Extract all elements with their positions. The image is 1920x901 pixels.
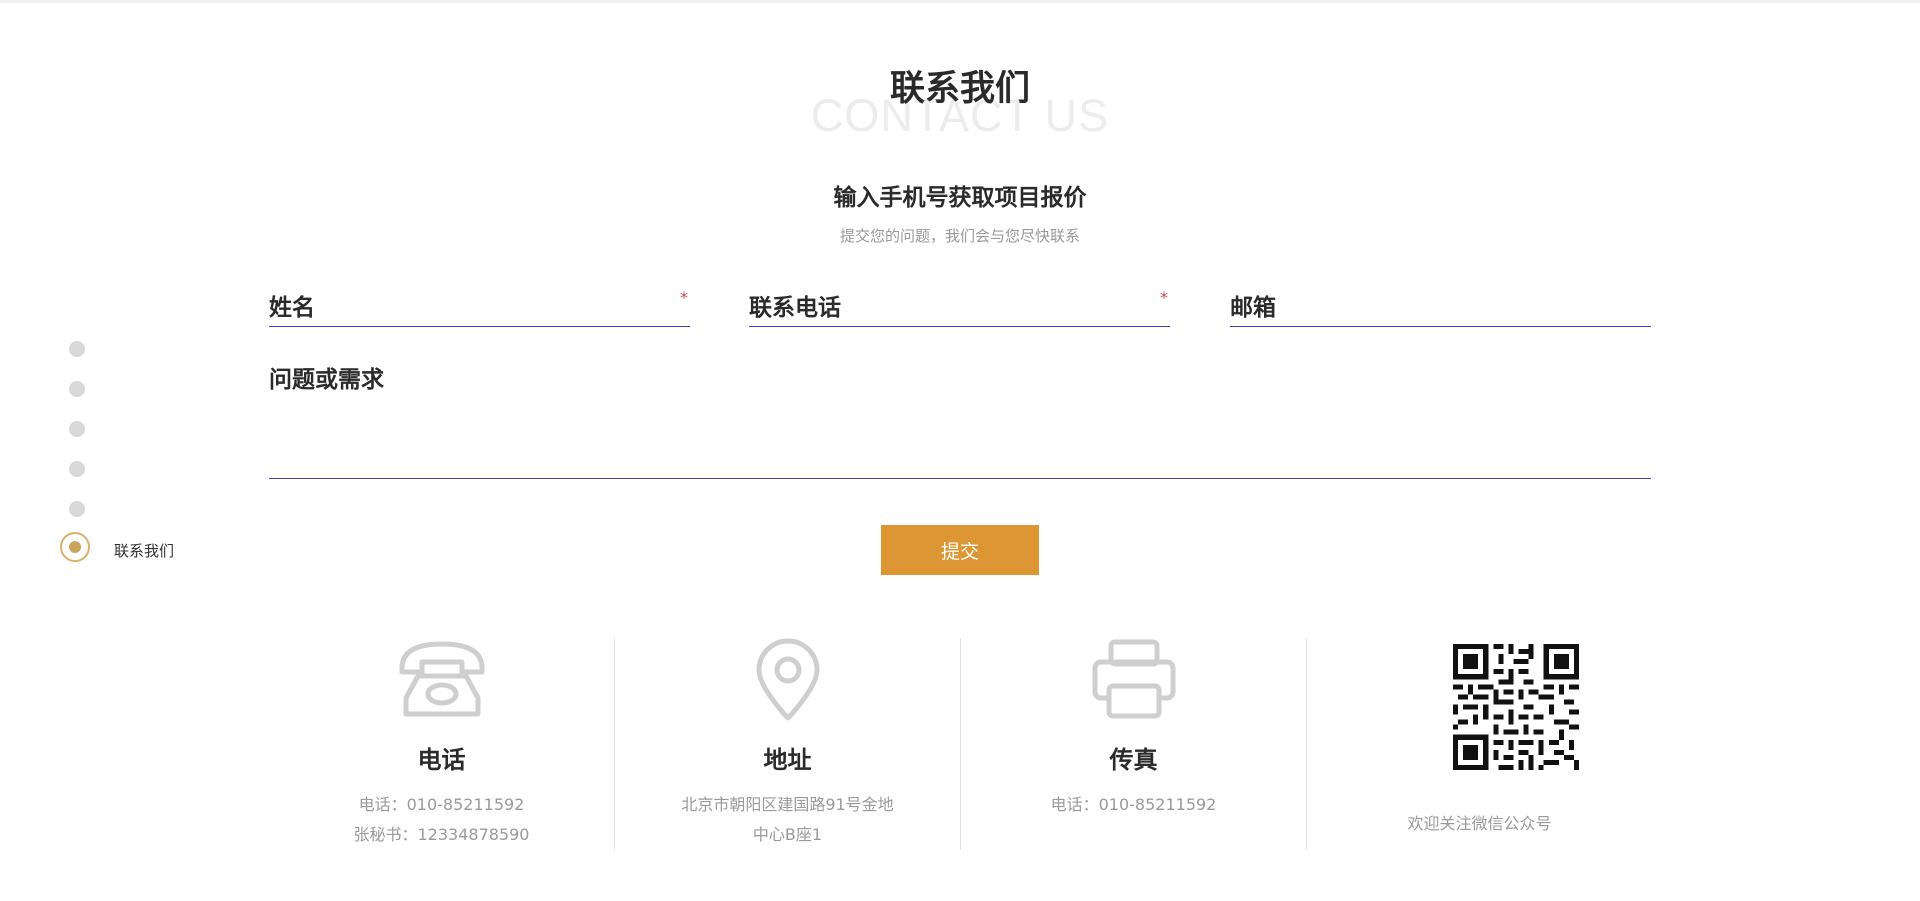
form-description: 提交您的问题，我们会与您尽快联系: [839, 227, 1080, 245]
phone-card-line-1: 电话：010-85211592: [358, 795, 525, 814]
phone-field[interactable]: 联系电话 *: [749, 280, 1170, 327]
section-heading: CONTACT US 联系我们: [0, 52, 1920, 142]
printer-icon: [961, 638, 1306, 720]
address-card-title: 地址: [763, 746, 812, 774]
nav-active-label[interactable]: 联系我们: [114, 540, 174, 561]
form-title: 输入手机号获取项目报价: [833, 185, 1087, 211]
email-input[interactable]: [1300, 286, 1631, 320]
phone-required-mark: *: [1160, 288, 1168, 307]
page-title: 联系我们: [889, 69, 1030, 109]
email-label: 邮箱: [1230, 295, 1276, 321]
address-card-line-2: 中心B座1: [752, 825, 823, 844]
nav-dot-1[interactable]: [69, 341, 85, 357]
name-label: 姓名: [269, 295, 315, 321]
phone-card-title: 电话: [417, 746, 466, 774]
wechat-card: 欢迎关注微信公众号: [1307, 638, 1652, 850]
address-card-line-1: 北京市朝阳区建国路91号金地: [681, 795, 894, 814]
wechat-qr-code[interactable]: [1453, 644, 1579, 770]
name-field[interactable]: 姓名 *: [269, 280, 690, 327]
nav-dot-2[interactable]: [69, 381, 85, 397]
email-field[interactable]: 邮箱: [1230, 280, 1651, 327]
nav-dot-active[interactable]: [60, 532, 90, 562]
nav-dot-5[interactable]: [69, 501, 85, 517]
nav-dot-4[interactable]: [69, 461, 85, 477]
address-card: 地址 北京市朝阳区建国路91号金地 中心B座1: [615, 638, 961, 850]
contact-info: 电话 电话：010-85211592 张秘书：12334878590 地址 北京…: [269, 638, 1651, 850]
submit-button[interactable]: 提交: [881, 525, 1039, 575]
location-pin-icon: [615, 638, 960, 721]
wechat-caption: 欢迎关注微信公众号: [1407, 814, 1552, 833]
phone-card: 电话 电话：010-85211592 张秘书：12334878590: [269, 638, 615, 850]
nav-dot-3[interactable]: [69, 421, 85, 437]
phone-card-line-2: 张秘书：12334878590: [353, 825, 530, 844]
name-required-mark: *: [680, 288, 688, 307]
phone-input[interactable]: [859, 286, 1150, 320]
name-input[interactable]: [379, 286, 670, 320]
phone-label: 联系电话: [749, 295, 841, 321]
fax-card-line-1: 电话：010-85211592: [1050, 795, 1217, 814]
message-field[interactable]: 问题或需求: [269, 358, 1655, 479]
message-label: 问题或需求: [269, 367, 384, 393]
message-input[interactable]: [269, 402, 1655, 472]
nav-dot-active-core: [69, 541, 81, 553]
fax-card-title: 传真: [1109, 746, 1158, 774]
telephone-icon: [269, 638, 614, 720]
top-divider: [0, 0, 1920, 3]
fax-card: 传真 电话：010-85211592: [961, 638, 1307, 850]
